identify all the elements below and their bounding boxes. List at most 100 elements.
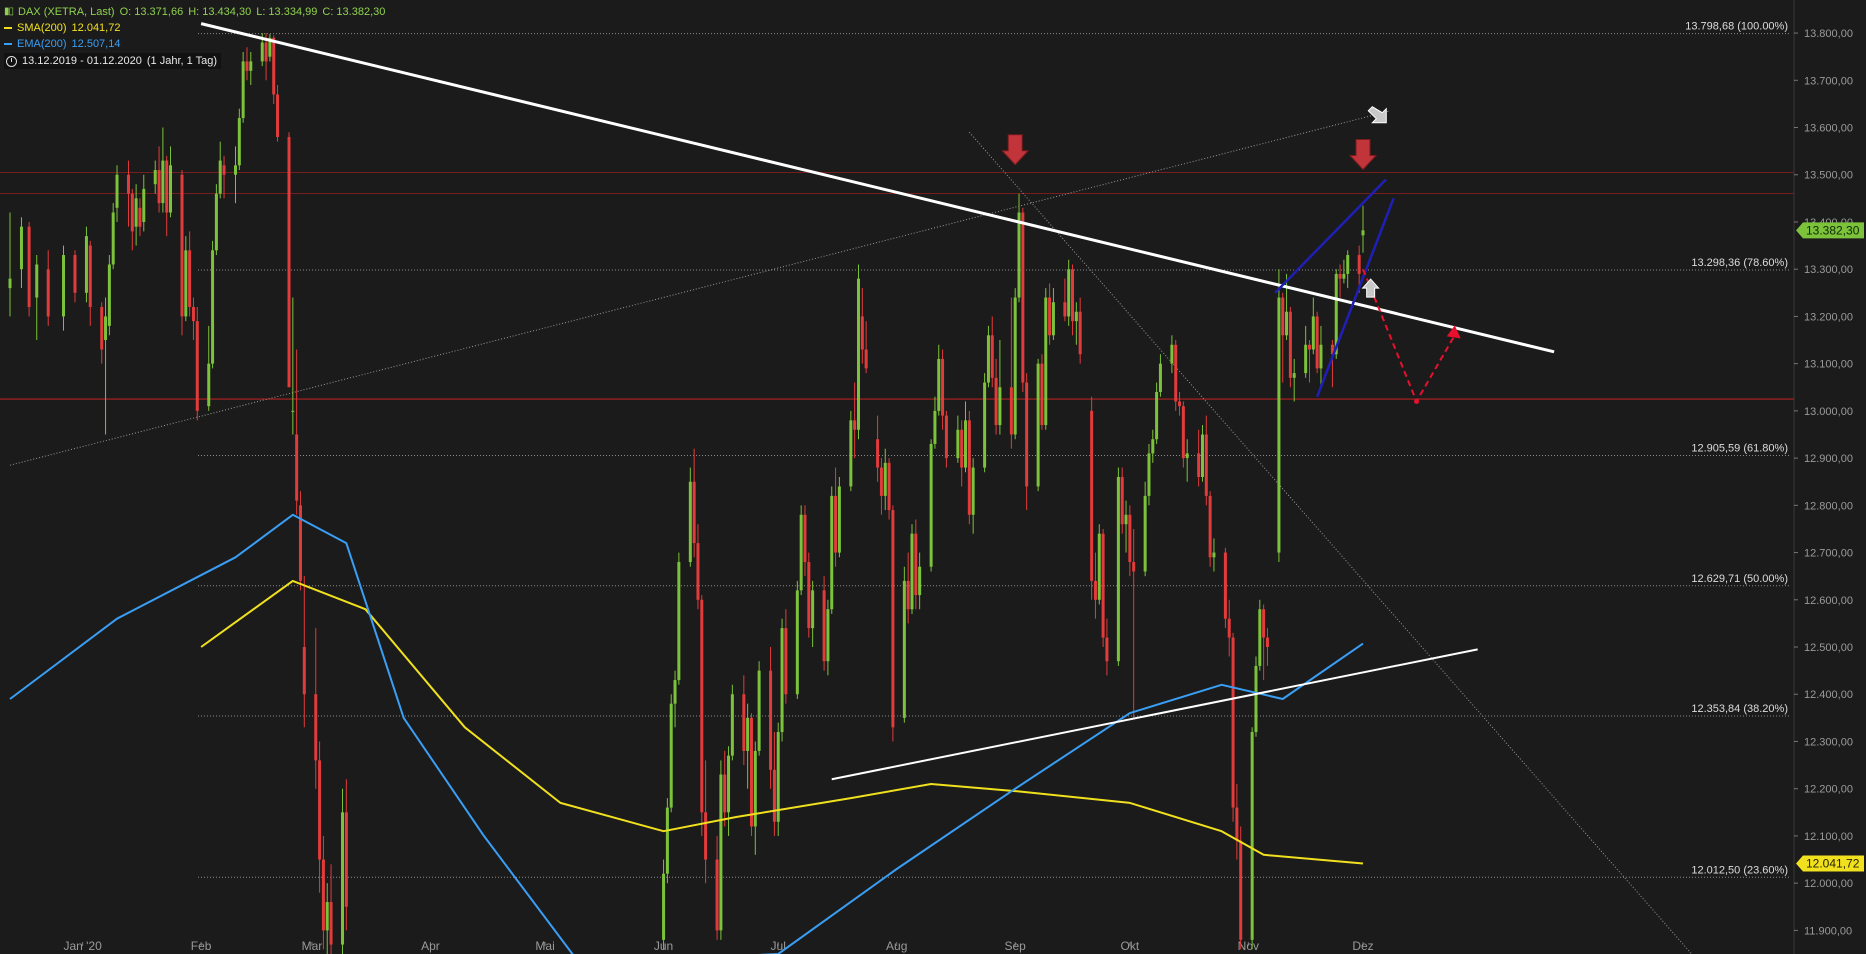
candle-body (910, 533, 914, 610)
projection-point (1414, 398, 1420, 404)
y-tick-label: 12.500,00 (1804, 642, 1853, 654)
candle-body (960, 429, 964, 468)
close-value: C: 13.382,30 (322, 6, 386, 18)
candle-body (742, 694, 746, 751)
high-value: H: 13.434,30 (188, 6, 252, 18)
candle-body (944, 415, 948, 459)
sma-price-tag-label: 12.041,72 (1806, 856, 1860, 870)
candle-body (891, 510, 895, 728)
candle-body (1223, 552, 1227, 619)
y-tick-label: 12.400,00 (1804, 689, 1853, 701)
period-range: 13.12.2019 - 01.12.2020 (22, 55, 142, 67)
candle-body (1346, 255, 1350, 274)
candle-body (1151, 439, 1155, 454)
candle-body (723, 774, 727, 813)
candle-body (134, 198, 138, 227)
candle-body (941, 358, 945, 416)
candle-body (856, 278, 860, 430)
candle-body (184, 250, 188, 317)
candle-body (688, 481, 692, 563)
candle-body (1265, 637, 1269, 648)
ema-label: EMA(200) (17, 38, 67, 50)
ema200-line (9, 513, 1364, 954)
candle-body (1227, 618, 1231, 638)
candle-body (914, 533, 918, 596)
candle-body (276, 94, 280, 137)
legend-instrument-row: ▮▯ DAX (XETRA, Last) O: 13.371,66 H: 13.… (4, 4, 385, 20)
candle-body (1311, 316, 1315, 350)
candle-body (902, 580, 906, 718)
period-interval: (1 Jahr, 1 Tag) (146, 55, 218, 67)
candle-body (291, 410, 295, 412)
candle-body (1181, 406, 1185, 459)
y-tick-label: 13.500,00 (1804, 170, 1853, 182)
candle-body (1017, 212, 1021, 298)
candle-body (776, 732, 780, 822)
fib-level-label: 12.012,50 (23.60%) (1691, 864, 1788, 876)
candle-body (1285, 311, 1289, 336)
candle-body (191, 306, 195, 322)
candle-body (837, 486, 841, 553)
wedge-upper-line (1274, 178, 1387, 294)
x-tick-label: Dez (1352, 939, 1373, 953)
candle-body (295, 434, 299, 501)
candle-body (918, 566, 922, 596)
last-price-tag-label: 13.382,30 (1806, 223, 1860, 237)
candle-body (1132, 562, 1136, 572)
candle-body (1040, 363, 1044, 426)
candle-body (1120, 477, 1124, 525)
candle-body (964, 420, 968, 468)
candle-body (46, 269, 50, 317)
ema-value: 12.507,14 (71, 38, 121, 50)
candle-body (1231, 637, 1235, 808)
candle-body (180, 174, 184, 317)
candle-body (1250, 732, 1254, 940)
candle-body (799, 514, 803, 591)
candle-body (1361, 230, 1365, 236)
y-tick-label: 12.600,00 (1804, 595, 1853, 607)
fib-level-label: 13.798,68 (100.00%) (1685, 21, 1788, 33)
candle-body (662, 873, 666, 940)
white-down-arrow-icon (1367, 106, 1387, 124)
candle-body (1170, 344, 1174, 364)
candle-body (237, 118, 241, 166)
candle-body (746, 717, 750, 751)
candle-body (1158, 363, 1162, 392)
candle-body (1197, 453, 1201, 477)
candle-body (314, 694, 318, 761)
legend-sma-row[interactable]: SMA(200) 12.041,72 (4, 20, 385, 36)
candle-body (1254, 665, 1258, 733)
candle-body (107, 264, 111, 326)
candle-body (1174, 344, 1178, 402)
candle-body (161, 160, 165, 204)
legend-ema-row[interactable]: EMA(200) 12.507,14 (4, 36, 385, 52)
candle-body (677, 562, 681, 681)
candle-body (1128, 514, 1132, 563)
candle-body (967, 420, 971, 515)
candle-body (906, 580, 910, 610)
candle-body (811, 590, 815, 629)
uptrend-line (831, 648, 1478, 781)
candle-body (1357, 255, 1361, 274)
candle-body (1200, 434, 1204, 477)
candle-body (784, 628, 788, 695)
candle-body (188, 250, 192, 307)
candle-body (130, 193, 134, 232)
y-tick-label: 12.000,00 (1804, 878, 1853, 890)
candle-body (849, 420, 853, 487)
y-tick-label: 12.200,00 (1804, 784, 1853, 796)
sma-value: 12.041,72 (71, 22, 121, 34)
period-selector[interactable]: 13.12.2019 - 01.12.2020 (1 Jahr, 1 Tag) (4, 53, 222, 69)
clock-icon (6, 55, 17, 67)
candle-body (1036, 363, 1040, 487)
sma-swatch-icon (4, 27, 12, 29)
low-value: L: 13.334,99 (256, 6, 318, 18)
price-chart[interactable]: 13.800,0013.700,0013.600,0013.500,0013.4… (0, 0, 1866, 954)
candle-body (803, 514, 807, 563)
candle-body (1319, 344, 1323, 369)
candle-body (1071, 269, 1075, 322)
ema-swatch-icon (4, 43, 12, 45)
candle-body (669, 703, 673, 808)
candle-body (1097, 533, 1101, 600)
candle-body (1277, 297, 1281, 553)
